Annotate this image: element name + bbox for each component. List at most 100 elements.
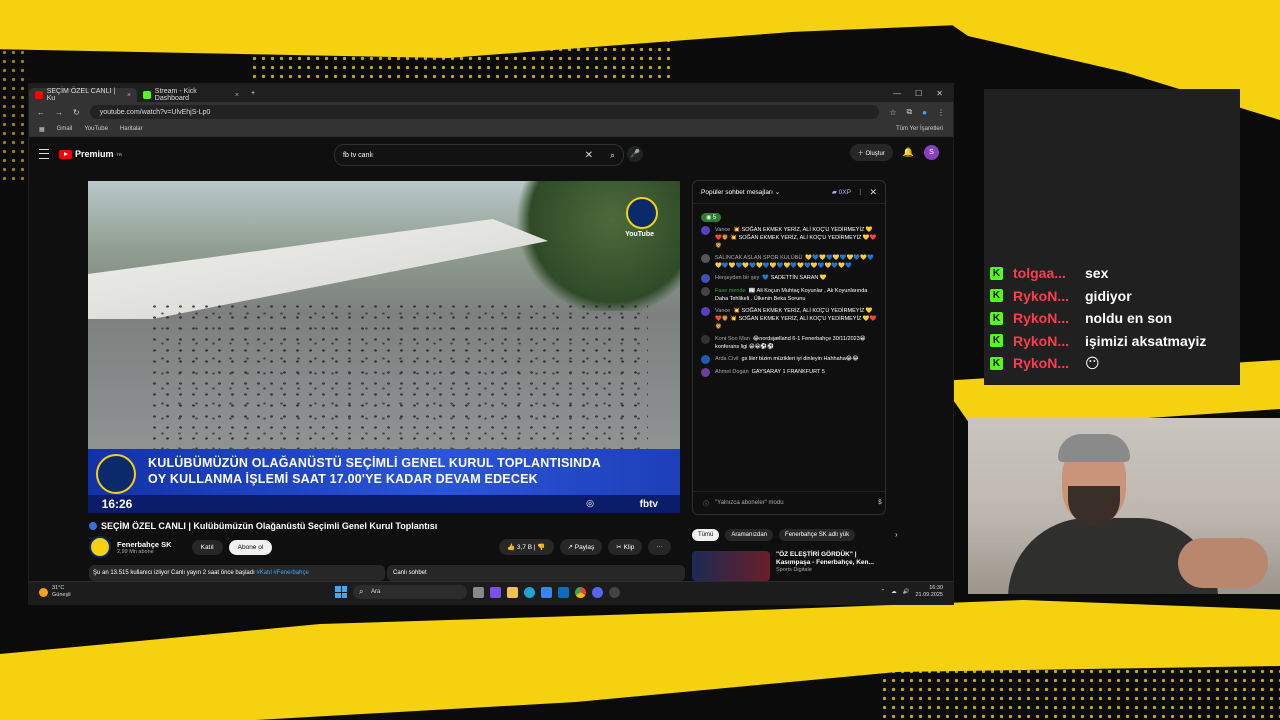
extensions-icon[interactable]: ⧉ xyxy=(906,107,912,117)
menu-icon[interactable]: ⋮ xyxy=(937,108,945,117)
hamburger-menu-icon[interactable] xyxy=(39,149,49,159)
chat-avatar[interactable] xyxy=(701,355,710,364)
tab-label: Stream - Kick Dashboard xyxy=(154,88,197,102)
clock[interactable]: 16:30 21.09.2025 xyxy=(915,585,943,599)
clip-button[interactable]: ✂ Klip xyxy=(608,539,643,555)
description-box[interactable]: Şu an 13.515 kullanıcı izliyor Canlı yay… xyxy=(89,565,385,581)
chat-avatar[interactable] xyxy=(701,226,710,235)
youtube-logo[interactable]: Premium TR xyxy=(59,149,122,159)
close-tab-icon[interactable]: × xyxy=(127,92,131,99)
close-chat-icon[interactable]: ✕ xyxy=(869,187,877,198)
chat-author[interactable]: Ahmet Dogan xyxy=(715,369,749,375)
tab-youtube[interactable]: SEÇİM ÖZEL CANLI | Ku × xyxy=(29,88,137,102)
rec-tab-search[interactable]: Aramanızdan xyxy=(725,529,774,541)
store-icon[interactable] xyxy=(541,586,552,598)
bookmark-gmail[interactable]: Gmail xyxy=(57,126,73,132)
url-field[interactable]: youtube.com/watch?v=UlvEhjS-Lp0 xyxy=(89,105,880,119)
discord-icon[interactable] xyxy=(592,586,603,598)
tab-kick-dashboard[interactable]: Stream - Kick Dashboard × xyxy=(137,88,245,102)
chevron-right-icon[interactable]: › xyxy=(895,530,898,539)
outlook-icon[interactable] xyxy=(558,586,569,598)
notifications-icon[interactable]: 🔔 xyxy=(903,147,914,158)
widgets-icon[interactable] xyxy=(490,586,501,598)
chat-text: gs liler bizim müzikleri iyi dinleyin Ha… xyxy=(741,356,859,362)
back-icon[interactable]: ← xyxy=(37,108,45,117)
join-button[interactable]: Katıl xyxy=(191,539,223,555)
description-tags[interactable]: #Katıl #Fenerbahçe xyxy=(256,570,308,576)
sun-icon xyxy=(39,587,48,597)
stream-chat-text: 😶 xyxy=(1085,354,1100,371)
chat-author[interactable]: Vance xyxy=(715,308,730,314)
rec-thumbnail[interactable] xyxy=(692,551,770,581)
minimize-icon[interactable]: — xyxy=(893,89,901,98)
chat-mode-dropdown[interactable]: Popüler sohbet mesajları ⌄ xyxy=(701,188,780,196)
search-icon[interactable]: ⌕ xyxy=(610,150,615,161)
clear-search-icon[interactable]: ✕ xyxy=(585,150,593,161)
like-button[interactable]: 👍 3,7 B | 👎 xyxy=(499,539,554,555)
tray-chevron-icon[interactable]: ⌃ xyxy=(881,589,886,595)
more-actions-button[interactable]: ··· xyxy=(648,539,671,555)
pinned-badge[interactable]: ◉ 5 xyxy=(701,213,722,222)
video-player[interactable]: YouTube KULÜBÜMÜZÜN OLAĞANÜSTÜ SEÇİMLİ G… xyxy=(88,181,680,513)
close-window-icon[interactable]: ✕ xyxy=(936,89,943,98)
new-tab-button[interactable]: + xyxy=(251,90,255,97)
chat-author[interactable]: Fase mende xyxy=(715,288,746,294)
window-controls: — ☐ ✕ xyxy=(893,89,953,98)
youtube-header: Premium TR fb tv canlı ✕ ⌕ 🎤 ＋ Oluştur 🔔… xyxy=(29,137,953,171)
chrome-icon[interactable] xyxy=(575,586,586,598)
taskbar-search[interactable]: Ara xyxy=(353,585,467,599)
reload-icon[interactable]: ↻ xyxy=(73,108,80,117)
live-chat-bar[interactable]: Canlı sohbet xyxy=(387,565,685,581)
share-button[interactable]: ↗ Paylaş xyxy=(559,539,603,555)
chat-avatar[interactable] xyxy=(701,368,710,377)
forward-icon[interactable]: → xyxy=(55,108,63,117)
chat-avatar[interactable] xyxy=(701,335,710,344)
bookmark-youtube[interactable]: YouTube xyxy=(84,126,108,132)
subscribe-button[interactable]: Abone ol xyxy=(228,539,273,555)
file-explorer-icon[interactable] xyxy=(507,586,518,598)
tab-bar: SEÇİM ÖZEL CANLI | Ku × Stream - Kick Da… xyxy=(29,84,953,102)
task-view-icon[interactable] xyxy=(473,586,484,598)
chat-input[interactable]: ⓘ "Yalnızca aboneler" modu $♡ xyxy=(693,491,885,514)
avatar[interactable]: S xyxy=(924,145,939,160)
apps-icon[interactable]: ▦ xyxy=(39,126,45,133)
super-chat-icon[interactable]: $ xyxy=(878,500,881,507)
chat-avatar[interactable] xyxy=(701,287,710,296)
chat-more-icon[interactable]: ⋮ xyxy=(857,188,864,196)
weather-widget[interactable]: 31°C Güneşli xyxy=(39,585,71,599)
rec-tab-all[interactable]: Tümü xyxy=(692,529,720,541)
recommended-video[interactable]: "ÖZ ELEŞTİRİ GÖRDÜK" | Kasımpaşa - Fener… xyxy=(692,551,876,581)
chat-author[interactable]: SALINCAK ASLAN SPOR KULÜBÜ xyxy=(715,255,802,261)
chat-author[interactable]: Arda Civil xyxy=(715,356,739,362)
all-bookmarks[interactable]: Tüm Yer İşaretleri xyxy=(896,126,943,132)
microphone-icon[interactable]: 🎤 xyxy=(627,146,643,162)
channel-avatar[interactable] xyxy=(89,536,111,558)
chat-author[interactable]: Herşeyden bir şey xyxy=(715,275,759,281)
star-icon[interactable]: ☆ xyxy=(889,108,896,117)
rec-tab-channel[interactable]: Fenerbahçe SK adlı yük xyxy=(779,529,856,541)
stream-chat-user: RykoN... xyxy=(1013,332,1070,349)
edge-icon[interactable] xyxy=(524,586,535,598)
broadcast-time: 16:26 xyxy=(88,495,146,513)
create-button[interactable]: ＋ Oluştur xyxy=(849,144,893,161)
channel-name[interactable]: Fenerbahçe SK xyxy=(117,540,172,549)
windows-start-icon[interactable] xyxy=(335,586,347,598)
network-icon[interactable]: ☁ xyxy=(891,589,897,595)
close-tab-icon[interactable]: × xyxy=(235,92,239,99)
points-badge[interactable]: ▰ 0XP xyxy=(832,188,851,196)
chat-message: Kont Soo Man 😂nordsjælland 6-1 Fenerbahçe… xyxy=(701,335,877,351)
profile-icon[interactable]: ● xyxy=(922,108,927,117)
search-input[interactable]: fb tv canlı ✕ ⌕ xyxy=(334,144,624,166)
description-text: Şu an 13.515 kullanıcı izliyor Canlı yay… xyxy=(93,570,255,576)
chat-avatar[interactable] xyxy=(701,274,710,283)
chat-avatar[interactable] xyxy=(701,307,710,316)
search-value: fb tv canlı xyxy=(343,151,373,159)
chat-author[interactable]: Vance xyxy=(715,227,730,233)
volume-icon[interactable]: 🔊 xyxy=(903,589,910,595)
obs-icon[interactable] xyxy=(609,586,620,598)
chat-avatar[interactable] xyxy=(701,254,710,263)
rec-title[interactable]: "ÖZ ELEŞTİRİ GÖRDÜK" | Kasımpaşa - Fener… xyxy=(776,551,876,567)
bookmark-maps[interactable]: Haritalar xyxy=(120,126,143,132)
chat-author[interactable]: Kont Soo Man xyxy=(715,336,750,342)
maximize-icon[interactable]: ☐ xyxy=(915,89,922,98)
